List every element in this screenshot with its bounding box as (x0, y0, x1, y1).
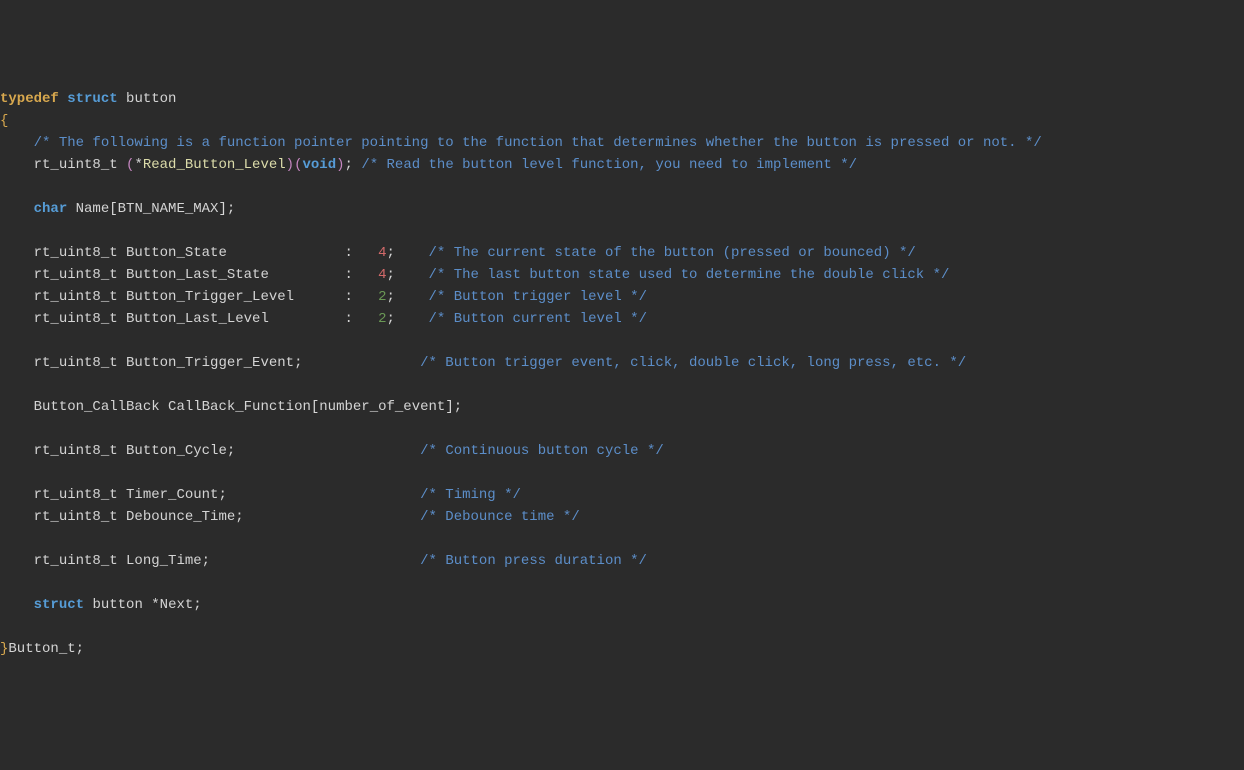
struct-name: button (126, 91, 176, 107)
struct-name: button (92, 597, 142, 613)
comment: /* The last button state used to determi… (429, 267, 950, 283)
field-name: CallBack_Function (168, 399, 311, 415)
const: number_of_event (319, 399, 445, 415)
fn-ptr-name: Read_Button_Level (143, 157, 286, 173)
field-name: Name (76, 201, 110, 217)
type: rt_uint8_t (34, 311, 118, 327)
type: rt_uint8_t (34, 267, 118, 283)
type: rt_uint8_t (34, 443, 118, 459)
comment: /* Timing */ (420, 487, 521, 503)
semicolon: ; (387, 289, 395, 305)
type: Button_CallBack (34, 399, 160, 415)
field-name: Button_Trigger_Event (126, 355, 294, 371)
colon: : (344, 311, 352, 327)
const: BTN_NAME_MAX (118, 201, 219, 217)
semicolon: ; (235, 509, 243, 525)
open-brace: { (0, 113, 8, 129)
bitfield-num: 2 (378, 289, 386, 305)
bitfield-num: 4 (378, 267, 386, 283)
keyword-char: char (34, 201, 68, 217)
type: rt_uint8_t (34, 509, 118, 525)
colon: : (344, 289, 352, 305)
semicolon: ; (387, 311, 395, 327)
semicolon: ; (218, 487, 226, 503)
star: * (134, 157, 142, 173)
comment: /* Button trigger level */ (429, 289, 647, 305)
field-name: Timer_Count (126, 487, 218, 503)
star: * (151, 597, 159, 613)
comment: /* Button current level */ (429, 311, 647, 327)
keyword-void: void (302, 157, 336, 173)
semicolon: ; (294, 355, 302, 371)
field-name: Button_State (126, 245, 227, 261)
colon: : (344, 245, 352, 261)
semicolon: ; (387, 267, 395, 283)
field-name: Button_Last_Level (126, 311, 269, 327)
paren: ) (336, 157, 344, 173)
field-name: Next (160, 597, 194, 613)
comment: /* The current state of the button (pres… (429, 245, 916, 261)
field-name: Button_Trigger_Level (126, 289, 294, 305)
paren: ) (286, 157, 294, 173)
keyword-struct: struct (67, 91, 117, 107)
semicolon: ; (387, 245, 395, 261)
bitfield-num: 2 (378, 311, 386, 327)
type: rt_uint8_t (34, 487, 118, 503)
comment: /* Debounce time */ (420, 509, 580, 525)
keyword-typedef: typedef (0, 91, 59, 107)
comment: /* Read the button level function, you n… (361, 157, 857, 173)
bracket: ] (218, 201, 226, 217)
semicolon: ; (345, 157, 353, 173)
type: rt_uint8_t (34, 245, 118, 261)
comment: /* The following is a function pointer p… (34, 135, 1042, 151)
type: rt_uint8_t (34, 355, 118, 371)
comment: /* Continuous button cycle */ (420, 443, 664, 459)
typedef-alias: Button_t (8, 641, 75, 657)
field-name: Button_Last_State (126, 267, 269, 283)
colon: : (344, 267, 352, 283)
close-brace: } (0, 641, 8, 657)
field-name: Button_Cycle (126, 443, 227, 459)
comment: /* Button press duration */ (420, 553, 647, 569)
semicolon: ; (227, 201, 235, 217)
semicolon: ; (227, 443, 235, 459)
bracket: ] (445, 399, 453, 415)
type: rt_uint8_t (34, 553, 118, 569)
keyword-struct: struct (34, 597, 84, 613)
semicolon: ; (193, 597, 201, 613)
semicolon: ; (202, 553, 210, 569)
field-name: Debounce_Time (126, 509, 235, 525)
field-name: Long_Time (126, 553, 202, 569)
semicolon: ; (76, 641, 84, 657)
bitfield-num: 4 (378, 245, 386, 261)
comment: /* Button trigger event, click, double c… (420, 355, 966, 371)
code-editor[interactable]: typedef struct button { /* The following… (0, 88, 1244, 660)
type: rt_uint8_t (34, 289, 118, 305)
semicolon: ; (454, 399, 462, 415)
bracket: [ (109, 201, 117, 217)
type: rt_uint8_t (34, 157, 118, 173)
